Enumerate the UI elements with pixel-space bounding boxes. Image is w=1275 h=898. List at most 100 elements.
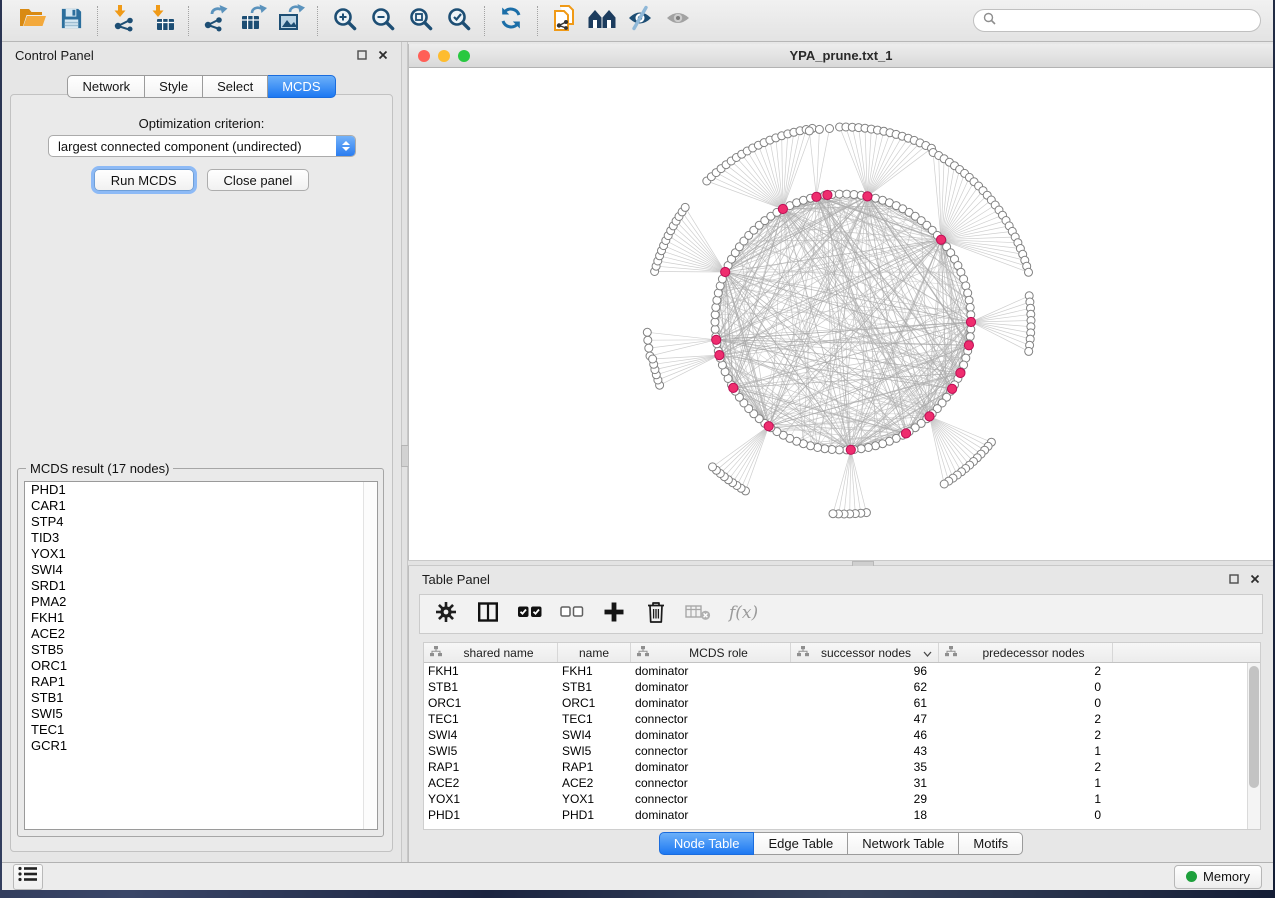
sort-down-icon[interactable] xyxy=(923,646,932,660)
mcds-result-list[interactable]: PHD1CAR1STP4TID3YOX1SWI4SRD1PMA2FKH1ACE2… xyxy=(24,481,378,830)
graph-hub-node[interactable] xyxy=(948,384,957,393)
table-cell[interactable]: connector xyxy=(631,791,791,807)
mcds-result-item[interactable]: TID3 xyxy=(25,530,377,546)
scrollbar-thumb[interactable] xyxy=(1249,666,1259,788)
graph-node[interactable] xyxy=(843,190,851,198)
split-panel-button[interactable] xyxy=(475,600,501,628)
select-all-rows-button[interactable] xyxy=(517,600,543,628)
mcds-result-item[interactable]: PMA2 xyxy=(25,594,377,610)
tab-node-table[interactable]: Node Table xyxy=(659,832,755,855)
table-cell[interactable]: 1 xyxy=(939,791,1113,807)
tab-network-table[interactable]: Network Table xyxy=(848,832,959,855)
table-cell[interactable]: 0 xyxy=(939,807,1113,823)
mcds-result-item[interactable]: PHD1 xyxy=(25,482,377,498)
graph-node[interactable] xyxy=(965,296,973,304)
tab-style[interactable]: Style xyxy=(145,75,203,98)
graph-hub-node[interactable] xyxy=(846,445,855,454)
network-canvas[interactable] xyxy=(409,68,1273,560)
mcds-result-item[interactable]: STB1 xyxy=(25,690,377,706)
graph-node[interactable] xyxy=(835,446,843,454)
deselect-all-rows-button[interactable] xyxy=(559,600,585,628)
graph-node[interactable] xyxy=(864,444,872,452)
show-graphics-details-button[interactable] xyxy=(659,4,697,38)
table-cell[interactable]: SWI5 xyxy=(558,743,631,759)
table-cell[interactable]: 35 xyxy=(791,759,939,775)
float-panel-icon[interactable] xyxy=(357,50,367,60)
table-cell[interactable]: 2 xyxy=(939,663,1113,679)
save-session-button[interactable] xyxy=(52,4,90,38)
tab-select[interactable]: Select xyxy=(203,75,268,98)
table-cell[interactable]: FKH1 xyxy=(424,663,558,679)
graph-node[interactable] xyxy=(966,303,974,311)
close-panel-button[interactable]: Close panel xyxy=(207,169,310,191)
table-cell[interactable]: SWI4 xyxy=(424,727,558,743)
search-field[interactable] xyxy=(973,9,1261,32)
graph-hub-node[interactable] xyxy=(778,204,787,213)
table-cell[interactable]: 43 xyxy=(791,743,939,759)
new-column-button[interactable] xyxy=(601,600,627,628)
close-window-icon[interactable] xyxy=(418,50,430,62)
close-panel-icon[interactable] xyxy=(378,50,388,60)
mcds-result-item[interactable]: ACE2 xyxy=(25,626,377,642)
table-cell[interactable]: ORC1 xyxy=(558,695,631,711)
graph-hub-node[interactable] xyxy=(956,368,965,377)
table-cell[interactable]: YOX1 xyxy=(558,791,631,807)
import-table-button[interactable] xyxy=(143,4,181,38)
table-row[interactable]: STB1STB1dominator620 xyxy=(424,679,1260,695)
export-network-button[interactable] xyxy=(196,4,234,38)
export-table-button[interactable] xyxy=(234,4,272,38)
mcds-result-item[interactable]: SWI5 xyxy=(25,706,377,722)
zoom-selected-button[interactable] xyxy=(439,4,477,38)
float-panel-icon[interactable] xyxy=(1229,574,1239,584)
graph-node[interactable] xyxy=(940,480,948,488)
delete-columns-button[interactable] xyxy=(643,600,669,628)
column-header-successor-nodes[interactable]: successor nodes xyxy=(791,643,939,662)
hide-graphics-details-button[interactable] xyxy=(621,4,659,38)
graph-node[interactable] xyxy=(711,318,719,326)
table-cell[interactable]: ACE2 xyxy=(558,775,631,791)
table-cell[interactable]: 18 xyxy=(791,807,939,823)
mcds-result-item[interactable]: RAP1 xyxy=(25,674,377,690)
graph-node[interactable] xyxy=(1025,268,1033,276)
mcds-result-item[interactable]: TEC1 xyxy=(25,722,377,738)
table-cell[interactable]: dominator xyxy=(631,679,791,695)
vertical-splitter[interactable] xyxy=(401,42,408,862)
table-cell[interactable]: STB1 xyxy=(424,679,558,695)
table-cell[interactable]: ORC1 xyxy=(424,695,558,711)
table-cell[interactable]: 0 xyxy=(939,679,1113,695)
mcds-result-item[interactable]: GCR1 xyxy=(25,738,377,754)
zoom-in-button[interactable] xyxy=(325,4,363,38)
zoom-fit-button[interactable] xyxy=(401,4,439,38)
graph-hub-node[interactable] xyxy=(937,235,946,244)
table-row[interactable]: ORC1ORC1dominator610 xyxy=(424,695,1260,711)
tab-edge-table[interactable]: Edge Table xyxy=(754,832,848,855)
table-cell[interactable]: RAP1 xyxy=(558,759,631,775)
open-file-button[interactable] xyxy=(14,4,52,38)
network-overview-button[interactable] xyxy=(583,4,621,38)
table-cell[interactable]: SWI4 xyxy=(558,727,631,743)
table-cell[interactable]: 0 xyxy=(939,695,1113,711)
mcds-result-item[interactable]: ORC1 xyxy=(25,658,377,674)
table-row[interactable]: PHD1PHD1dominator180 xyxy=(424,807,1260,823)
mcds-result-item[interactable]: SRD1 xyxy=(25,578,377,594)
graph-hub-node[interactable] xyxy=(712,335,721,344)
zoom-window-icon[interactable] xyxy=(458,50,470,62)
tab-network[interactable]: Network xyxy=(67,75,145,98)
graph-node[interactable] xyxy=(711,311,719,319)
export-image-button[interactable] xyxy=(272,4,310,38)
mcds-result-item[interactable]: STB5 xyxy=(25,642,377,658)
graph-hub-node[interactable] xyxy=(964,341,973,350)
column-header-MCDS-role[interactable]: MCDS role xyxy=(631,643,791,662)
mcds-result-item[interactable]: CAR1 xyxy=(25,498,377,514)
graph-hub-node[interactable] xyxy=(823,190,832,199)
table-cell[interactable]: connector xyxy=(631,711,791,727)
graph-node[interactable] xyxy=(815,125,823,133)
table-cell[interactable]: dominator xyxy=(631,807,791,823)
table-cell[interactable]: 2 xyxy=(939,759,1113,775)
graph-node[interactable] xyxy=(649,355,657,363)
graph-node[interactable] xyxy=(821,445,829,453)
tab-motifs[interactable]: Motifs xyxy=(959,832,1023,855)
table-cell[interactable]: 47 xyxy=(791,711,939,727)
graph-node[interactable] xyxy=(835,190,843,198)
table-scrollbar[interactable] xyxy=(1247,663,1260,829)
